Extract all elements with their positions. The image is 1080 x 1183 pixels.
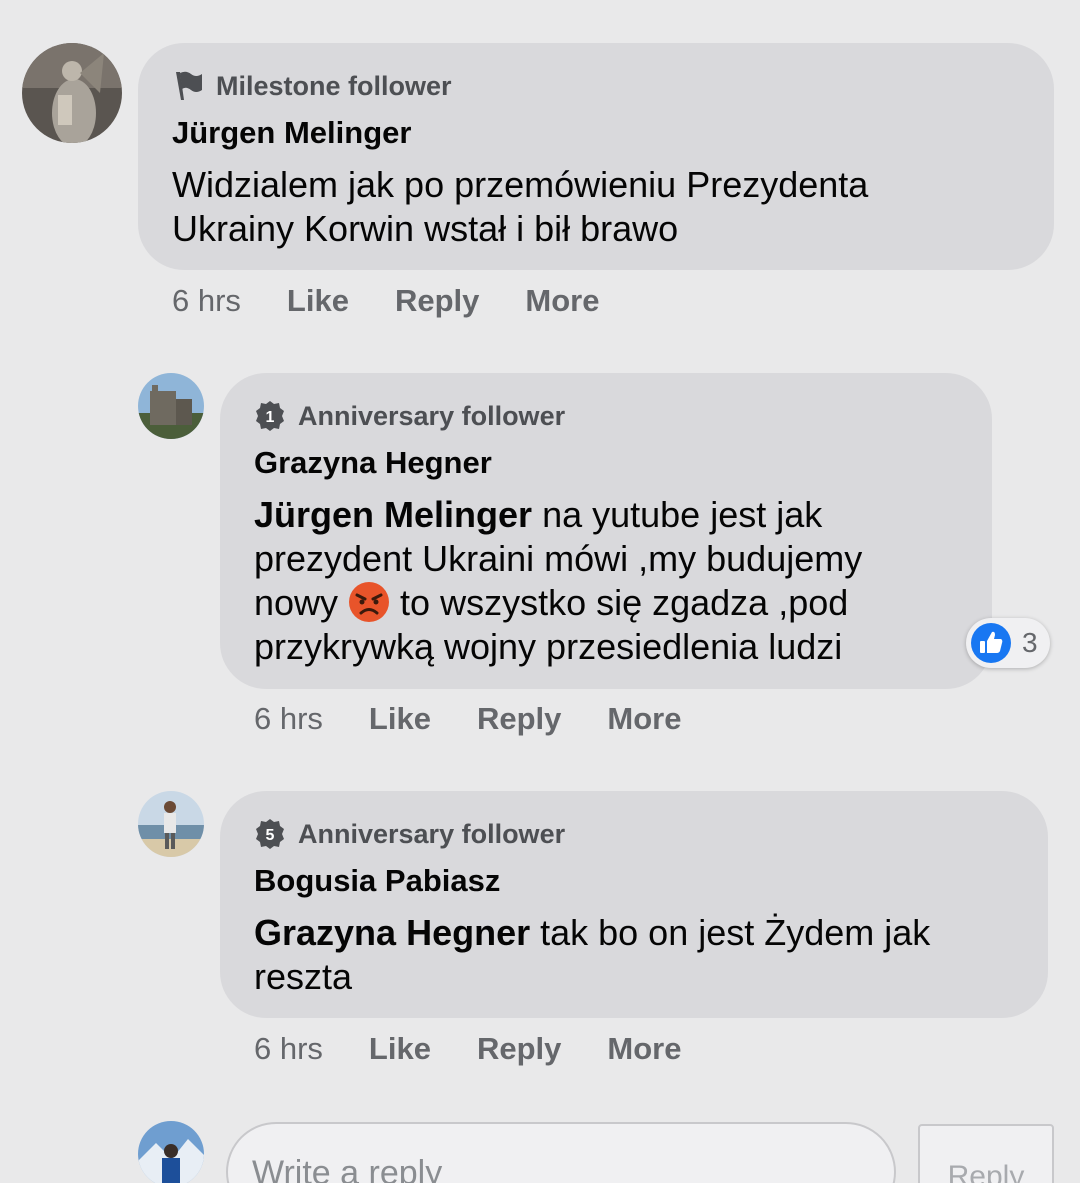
avatar-grazyna[interactable] xyxy=(138,373,204,439)
comment-text-line: prezydent Ukraini mówi ,my budujemy xyxy=(254,538,863,579)
author-name[interactable]: Jürgen Melinger xyxy=(172,115,411,151)
timestamp[interactable]: 6 hrs xyxy=(254,1031,323,1067)
comment-text-line: reszta xyxy=(254,956,353,997)
badge-number: 5 xyxy=(266,827,275,844)
current-user-avatar xyxy=(138,1121,204,1183)
avatar-jurgen[interactable] xyxy=(22,43,122,143)
badge: 1 Anniversary follower xyxy=(254,400,565,432)
more-button[interactable]: More xyxy=(607,701,681,737)
reply-button[interactable]: Reply xyxy=(477,1031,561,1067)
flag-icon xyxy=(172,70,204,102)
more-button[interactable]: More xyxy=(525,283,599,319)
reaction-summary[interactable]: 3 xyxy=(966,618,1050,668)
badge-number: 1 xyxy=(266,409,275,426)
timestamp[interactable]: 6 hrs xyxy=(172,283,241,319)
comment-actions: 6 hrs Like Reply More xyxy=(254,1031,727,1067)
like-reaction-icon xyxy=(970,622,1012,664)
mention-link[interactable]: Jürgen Melinger xyxy=(254,494,532,535)
comment-text-segment: na yutube jest jak xyxy=(532,494,823,535)
comment-text-segment: tak bo on jest Żydem jak xyxy=(530,912,931,953)
comment-text: Jürgen Melinger na yutube jest jak prezy… xyxy=(254,493,862,669)
reply-button[interactable]: Reply xyxy=(395,283,479,319)
badge: Milestone follower xyxy=(172,70,452,102)
comment-actions: 6 hrs Like Reply More xyxy=(254,701,727,737)
comment-text-segment: nowy xyxy=(254,582,349,623)
like-button[interactable]: Like xyxy=(369,701,431,737)
anniversary-5-icon: 5 xyxy=(254,818,286,850)
like-button[interactable]: Like xyxy=(287,283,349,319)
comment-text-line: Ukrainy Korwin wstał i bił brawo xyxy=(172,208,679,249)
angry-face-emoji-icon xyxy=(348,581,390,623)
like-button[interactable]: Like xyxy=(369,1031,431,1067)
comment-thread: Milestone follower Jürgen Melinger Widzi… xyxy=(0,0,1080,1183)
more-button[interactable]: More xyxy=(607,1031,681,1067)
timestamp[interactable]: 6 hrs xyxy=(254,701,323,737)
comment-text-line: przykrywką wojny przesiedlenia ludzi xyxy=(254,626,843,667)
reply-input[interactable]: Write a reply xyxy=(226,1122,896,1183)
reply-button[interactable]: Reply xyxy=(477,701,561,737)
comment-text: Widzialem jak po przemówieniu Prezydenta… xyxy=(172,163,868,251)
anniversary-1-icon: 1 xyxy=(254,400,286,432)
comment-text-line: Widzialem jak po przemówieniu Prezydenta xyxy=(172,164,869,205)
comment-text-segment: to wszystko się zgadza ,pod xyxy=(390,582,849,623)
badge-label: Anniversary follower xyxy=(298,400,566,431)
author-name[interactable]: Bogusia Pabiasz xyxy=(254,863,500,899)
comment-actions: 6 hrs Like Reply More xyxy=(172,283,645,319)
avatar-bogusia[interactable] xyxy=(138,791,204,857)
author-name[interactable]: Grazyna Hegner xyxy=(254,445,492,481)
comment-text: Grazyna Hegner tak bo on jest Żydem jak … xyxy=(254,911,930,999)
reaction-count: 3 xyxy=(1022,627,1038,658)
badge-label: Anniversary follower xyxy=(298,818,566,849)
submit-reply-button[interactable]: Reply xyxy=(918,1124,1054,1183)
badge-label: Milestone follower xyxy=(216,70,452,101)
badge: 5 Anniversary follower xyxy=(254,818,565,850)
mention-link[interactable]: Grazyna Hegner xyxy=(254,912,530,953)
